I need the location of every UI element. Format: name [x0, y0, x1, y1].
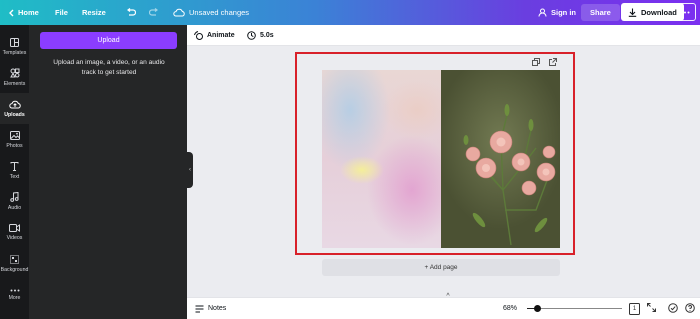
elements-icon: [9, 68, 20, 78]
user-icon: [538, 8, 547, 17]
notes-button[interactable]: Notes: [195, 298, 226, 319]
expand-icon: [647, 303, 656, 314]
home-button[interactable]: Home: [8, 0, 39, 25]
duplicate-page-icon[interactable]: [532, 58, 540, 66]
sign-in-label: Sign in: [551, 8, 576, 17]
upload-button[interactable]: Upload: [40, 32, 177, 49]
resize-button[interactable]: Resize: [82, 0, 106, 25]
holographic-gradient-image[interactable]: [322, 70, 441, 248]
rail-label: More: [8, 294, 21, 301]
fullscreen-button[interactable]: [645, 302, 658, 315]
animate-label: Animate: [207, 31, 235, 39]
rail-item-text[interactable]: Text: [0, 155, 29, 186]
undo-icon: [126, 8, 136, 17]
rail-label: Background: [0, 266, 29, 273]
redo-icon: [149, 8, 159, 17]
flowers-photo[interactable]: [441, 70, 560, 248]
bottom-bar: Notes 68% 1: [187, 297, 700, 319]
zoom-level[interactable]: 68%: [503, 298, 517, 319]
notes-icon: [195, 305, 204, 313]
rail-item-photos[interactable]: Photos: [0, 124, 29, 155]
page-tools: [532, 58, 557, 66]
background-pattern-icon: [10, 254, 19, 264]
rail-label: Uploads: [4, 111, 25, 118]
download-icon: [628, 8, 637, 17]
help-icon: [684, 302, 695, 315]
music-note-icon: [10, 192, 19, 202]
rail-label: Photos: [6, 142, 23, 149]
check-circle-icon: [667, 302, 678, 315]
animate-icon: [194, 30, 203, 40]
chevron-left-icon: ‹: [189, 167, 191, 173]
download-button[interactable]: Download: [621, 3, 684, 21]
sign-in-button[interactable]: Sign in: [538, 0, 576, 25]
video-icon: [9, 224, 20, 232]
text-icon: [10, 161, 19, 171]
rail-item-elements[interactable]: Elements: [0, 62, 29, 93]
help-button[interactable]: [683, 302, 696, 315]
rail-item-audio[interactable]: Audio: [0, 186, 29, 217]
upload-hint: Upload an image, a video, or an audio tr…: [53, 59, 165, 76]
more-horizontal-icon: [10, 289, 20, 292]
rail-item-background[interactable]: Background: [0, 248, 29, 279]
photos-icon: [9, 130, 20, 140]
rail-label: Text: [9, 173, 20, 180]
share-button[interactable]: Share: [581, 4, 620, 21]
rail-item-uploads[interactable]: Uploads: [0, 93, 29, 124]
notes-label: Notes: [208, 305, 227, 312]
share-page-icon[interactable]: [549, 58, 557, 66]
zoom-slider-handle[interactable]: [533, 305, 541, 312]
cloud-icon: [173, 8, 185, 17]
cloud-upload-icon: [8, 100, 21, 109]
chevron-left-icon: [8, 9, 14, 17]
rail-item-more[interactable]: More: [0, 279, 29, 310]
check-button[interactable]: [666, 302, 679, 315]
collapse-panel-handle[interactable]: ‹: [187, 152, 193, 188]
rail-label: Audio: [7, 205, 22, 211]
file-menu[interactable]: File: [55, 0, 68, 25]
rail-item-templates[interactable]: Templates: [0, 31, 29, 62]
animate-button[interactable]: Animate: [194, 25, 235, 45]
redo-button[interactable]: [149, 0, 163, 25]
more-options-button[interactable]: [677, 3, 696, 21]
uploads-panel: Upload Upload an image, a video, or an a…: [29, 25, 187, 319]
rail-label: Videos: [6, 235, 23, 241]
zoom-slider[interactable]: [527, 305, 622, 312]
duration-label: 5.0s: [260, 31, 274, 39]
design-page[interactable]: [322, 70, 560, 248]
context-toolbar: Animate 5.0s: [187, 25, 700, 46]
save-status: Unsaved changes: [173, 0, 249, 25]
download-label: Download: [641, 7, 677, 17]
rail-item-videos[interactable]: Videos: [0, 217, 29, 248]
clock-icon: [247, 30, 256, 40]
rail-label: Elements: [3, 81, 26, 87]
rail-label: Templates: [2, 49, 27, 56]
page-count-button[interactable]: 1: [628, 302, 641, 315]
templates-icon: [10, 37, 19, 47]
save-status-label: Unsaved changes: [189, 8, 250, 17]
undo-button[interactable]: [126, 0, 140, 25]
page-count: 1: [632, 305, 637, 312]
side-nav-rail: Templates Elements Uploads Photos Text A…: [0, 25, 29, 319]
duration-button[interactable]: 5.0s: [247, 25, 274, 45]
add-page-button[interactable]: + Add page: [322, 259, 560, 276]
home-label: Home: [18, 8, 39, 17]
top-bar: Home File Resize Unsaved changes Sign in…: [0, 0, 700, 25]
more-horizontal-icon: [680, 11, 690, 14]
